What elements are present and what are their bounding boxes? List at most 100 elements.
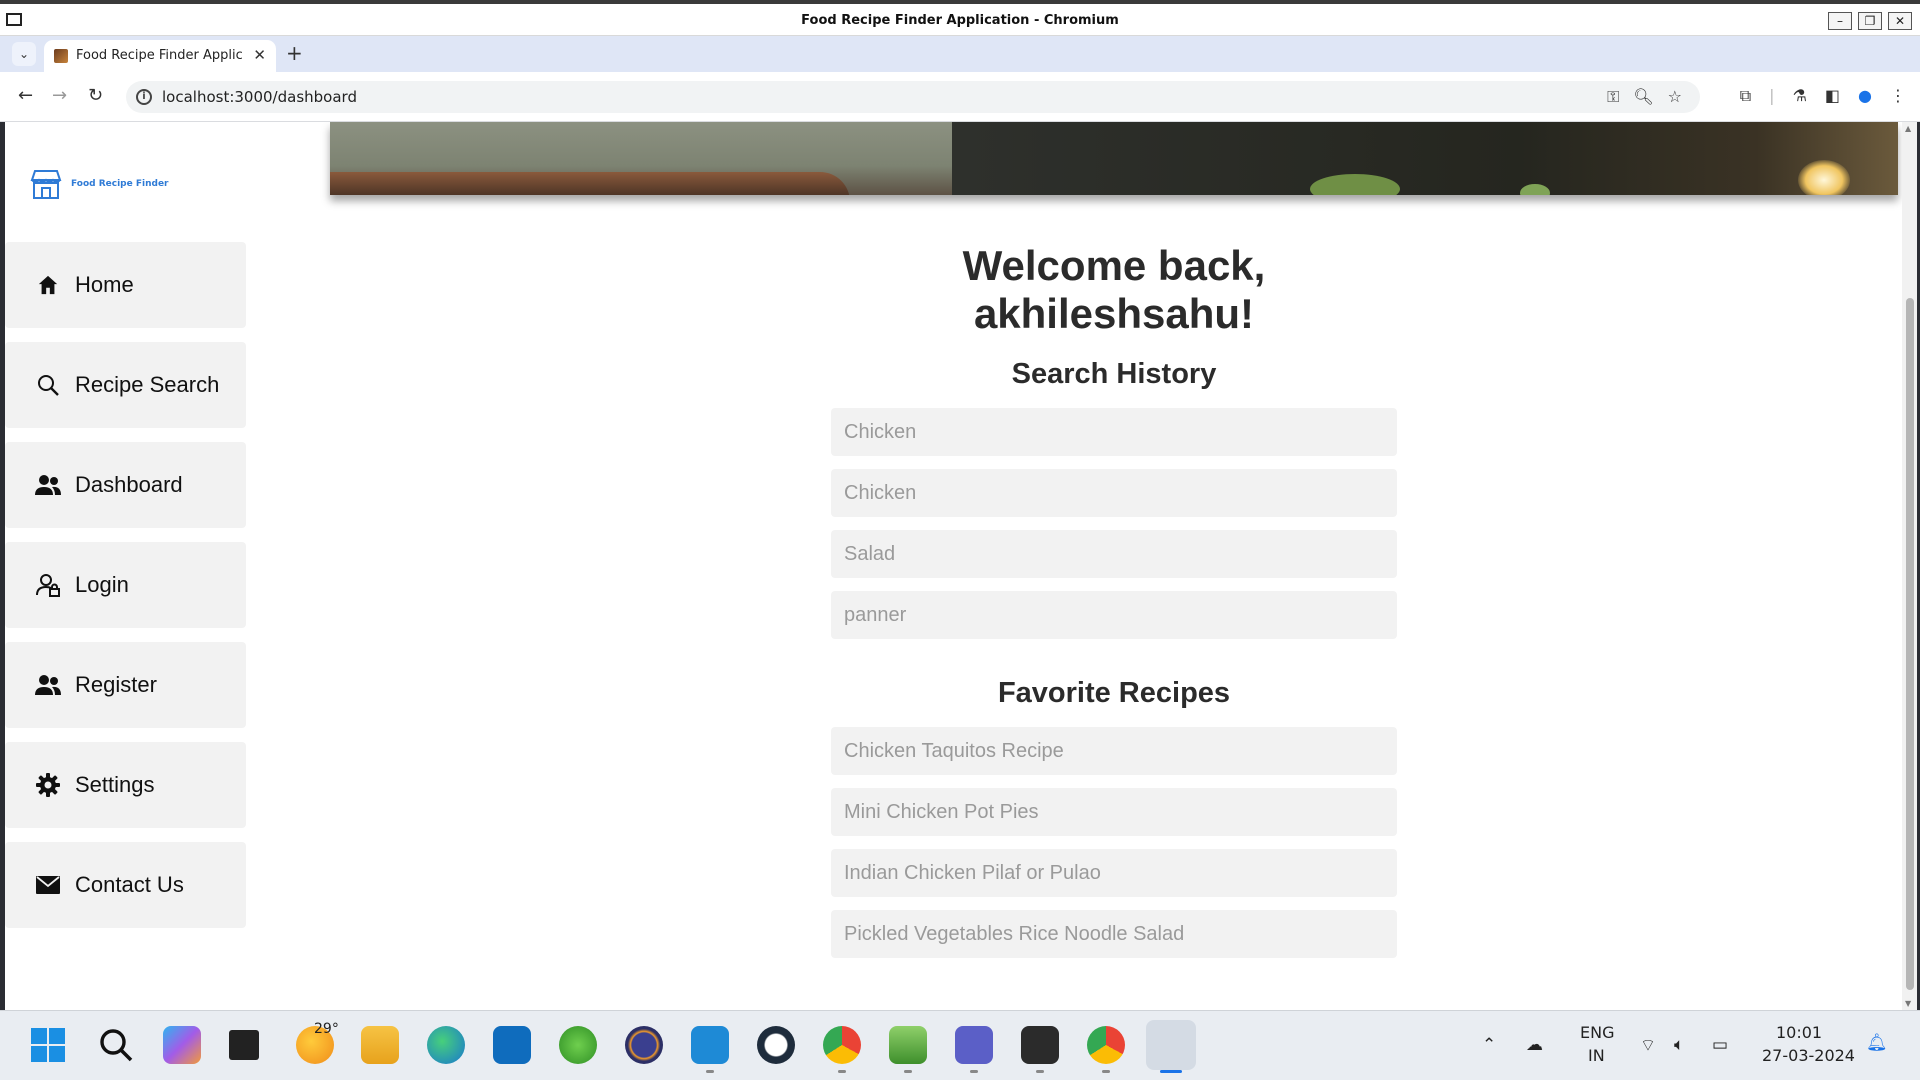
favorite-recipe-item[interactable]: Pickled Vegetables Rice Noodle Salad	[831, 910, 1397, 958]
site-info-icon[interactable]: i	[136, 89, 152, 105]
profile-avatar-icon[interactable]: ●	[1858, 86, 1872, 106]
clock-time[interactable]: 10:01	[1776, 1023, 1822, 1042]
battery-icon[interactable]: ▭	[1712, 1035, 1728, 1055]
search-icon	[35, 372, 61, 398]
users-icon	[35, 672, 61, 698]
os-window-titlebar: Food Recipe Finder Application - Chromiu…	[0, 0, 1920, 36]
eclipse-icon[interactable]	[625, 1026, 663, 1064]
sidebar-item-label: Contact Us	[75, 872, 184, 897]
maximize-button[interactable]: ❐	[1858, 12, 1882, 30]
scroll-up-icon[interactable]: ▲	[1905, 124, 1911, 133]
postgres-icon[interactable]	[757, 1026, 795, 1064]
active-app-icon[interactable]	[1146, 1020, 1196, 1070]
hero-image-herb-small	[1520, 184, 1550, 195]
sidebar: Food Recipe Finder Home Recipe Search Da…	[5, 122, 255, 1010]
sidebar-item-label: Dashboard	[75, 472, 183, 497]
running-indicator	[904, 1070, 912, 1073]
favorite-recipe-item[interactable]: Mini Chicken Pot Pies	[831, 788, 1397, 836]
page-viewport: Food Recipe Finder Home Recipe Search Da…	[5, 122, 1917, 1010]
reload-button[interactable]: ↻	[88, 85, 103, 107]
copilot-icon[interactable]	[163, 1026, 201, 1064]
terminal-icon[interactable]	[1021, 1026, 1059, 1064]
toolbar-divider: |	[1769, 86, 1775, 105]
wifi-icon[interactable]: ⌔	[1640, 1035, 1656, 1056]
hero-image-tray	[330, 172, 850, 195]
envelope-icon	[35, 872, 61, 898]
tab-search-button[interactable]: ⌄	[12, 42, 36, 66]
address-bar[interactable]: i localhost:3000/dashboard ⚿ 🔍︎ ☆	[126, 81, 1700, 113]
task-view-icon[interactable]	[229, 1030, 259, 1060]
search-history-item[interactable]: Chicken	[831, 408, 1397, 456]
sidebar-item-label: Register	[75, 672, 157, 697]
search-history-item[interactable]: panner	[831, 591, 1397, 639]
side-panel-icon[interactable]: ◧	[1825, 86, 1840, 106]
vscode-icon[interactable]	[691, 1026, 729, 1064]
new-tab-button[interactable]: +	[286, 42, 303, 64]
sidebar-item-register[interactable]: Register	[5, 642, 246, 728]
spring-tool-icon[interactable]	[559, 1026, 597, 1064]
browser-toolbar: ← → ↻ i localhost:3000/dashboard ⚿ 🔍︎ ☆ …	[0, 72, 1920, 122]
search-history-item[interactable]: Salad	[831, 530, 1397, 578]
teams-icon[interactable]	[955, 1026, 993, 1064]
os-taskbar: 29° ⌃ ☁ ENG IN ⌔ 🔈︎ ▭ 10:01 27-03-2024 🔔…	[0, 1010, 1920, 1080]
sidebar-item-dashboard[interactable]: Dashboard	[5, 442, 246, 528]
edge-browser-icon[interactable]	[427, 1026, 465, 1064]
running-indicator	[1102, 1070, 1110, 1073]
toolbar-actions: ⧉ | ⚗ ◧ ● ⋮	[1740, 86, 1906, 106]
forward-button[interactable]: →	[52, 85, 67, 107]
scrollbar-thumb[interactable]	[1906, 298, 1914, 990]
taskbar-search-icon[interactable]	[97, 1026, 135, 1064]
browser-tab-active[interactable]: Food Recipe Finder Applic ✕	[44, 40, 276, 72]
notification-bell-icon[interactable]: 🔔︎	[1866, 1033, 1888, 1053]
sidebar-item-contact-us[interactable]: Contact Us	[5, 842, 246, 928]
password-key-icon[interactable]: ⚿	[1607, 87, 1619, 107]
sidebar-item-recipe-search[interactable]: Recipe Search	[5, 342, 246, 428]
window-title: Food Recipe Finder Application - Chromiu…	[801, 13, 1119, 28]
onedrive-icon[interactable]: ☁	[1526, 1035, 1543, 1055]
active-indicator	[1160, 1070, 1182, 1073]
volume-icon[interactable]: 🔈︎	[1674, 1035, 1684, 1055]
region-code[interactable]: IN	[1588, 1046, 1605, 1065]
favorite-recipes-list: Chicken Taquitos Recipe Mini Chicken Pot…	[831, 727, 1397, 958]
running-indicator	[838, 1070, 846, 1073]
tray-overflow-icon[interactable]: ⌃	[1482, 1035, 1496, 1055]
sidebar-item-label: Settings	[75, 772, 155, 797]
image-editor-icon[interactable]	[889, 1026, 927, 1064]
sidebar-item-login[interactable]: Login	[5, 542, 246, 628]
file-explorer-icon[interactable]	[361, 1026, 399, 1064]
sidebar-item-settings[interactable]: Settings	[5, 742, 246, 828]
search-history-item[interactable]: Chicken	[831, 469, 1397, 517]
minimize-button[interactable]: –	[1828, 12, 1852, 30]
close-window-button[interactable]: ✕	[1888, 12, 1912, 30]
language-code[interactable]: ENG	[1580, 1023, 1614, 1042]
hero-image-candle	[1798, 160, 1850, 195]
favorite-recipe-item[interactable]: Chicken Taquitos Recipe	[831, 727, 1397, 775]
url-text[interactable]: localhost:3000/dashboard	[162, 88, 357, 106]
back-button[interactable]: ←	[18, 85, 33, 107]
chrome-icon[interactable]	[823, 1026, 861, 1064]
hero-image-right	[952, 122, 1898, 195]
zoom-icon[interactable]: 🔍︎	[1633, 87, 1653, 107]
tab-close-button[interactable]: ✕	[253, 46, 266, 64]
extensions-icon[interactable]: ⧉	[1740, 86, 1751, 106]
welcome-heading: Welcome back, akhileshsahu!	[962, 242, 1266, 337]
labs-flask-icon[interactable]: ⚗	[1793, 86, 1807, 106]
bookmark-star-icon[interactable]: ☆	[1668, 87, 1682, 107]
scroll-down-icon[interactable]: ▼	[1905, 999, 1911, 1008]
sidebar-item-label: Login	[75, 572, 129, 597]
sidebar-item-label: Recipe Search	[75, 372, 220, 397]
browser-tabstrip: ⌄ Food Recipe Finder Applic ✕ +	[0, 36, 1920, 72]
page-scrollbar[interactable]: ▲ ▼	[1902, 122, 1917, 1010]
users-icon	[35, 472, 61, 498]
outlook-icon[interactable]	[493, 1026, 531, 1064]
clock-date[interactable]: 27-03-2024	[1762, 1046, 1855, 1065]
chromium-icon[interactable]	[1087, 1026, 1125, 1064]
windows-start-icon[interactable]	[29, 1026, 67, 1064]
brand-name: Food Recipe Finder	[71, 179, 169, 189]
favorite-recipe-item[interactable]: Indian Chicken Pilaf or Pulao	[831, 849, 1397, 897]
sidebar-item-home[interactable]: Home	[5, 242, 246, 328]
running-indicator	[1036, 1070, 1044, 1073]
brand-logo-link[interactable]: Food Recipe Finder	[29, 168, 168, 200]
tab-favicon-icon	[54, 49, 68, 63]
browser-menu-icon[interactable]: ⋮	[1890, 86, 1906, 106]
